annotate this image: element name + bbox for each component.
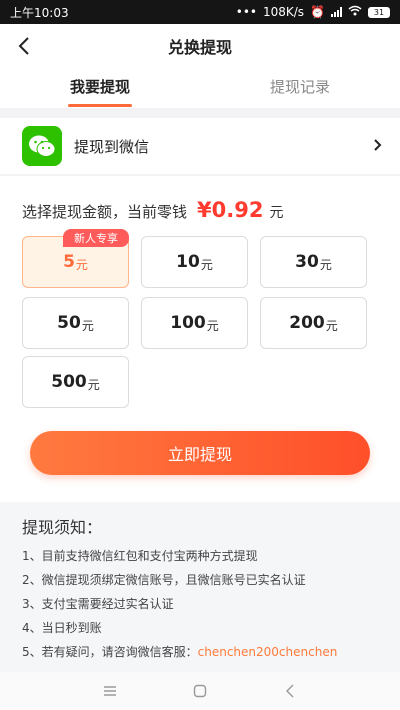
chevron-left-icon [18, 37, 29, 55]
balance-value: ¥0.92 [197, 198, 264, 222]
option-amount: 50 [57, 313, 81, 333]
option-unit: 元 [75, 257, 88, 272]
amount-option-100[interactable]: 100 元 [141, 297, 248, 349]
menu-button[interactable] [100, 681, 120, 701]
system-back-button[interactable] [280, 681, 300, 701]
home-button[interactable] [190, 681, 210, 701]
tab-bar: 我要提现 提现记录 [0, 68, 400, 108]
alarm-icon: ⏰ [310, 5, 325, 19]
status-indicators: ••• 108K/s ⏰ 31 [236, 5, 390, 19]
battery-icon: 31 [368, 6, 390, 18]
amount-option-30[interactable]: 30 元 [260, 236, 367, 288]
notice-item: 4、当日秒到账 [22, 621, 102, 635]
amount-option-200[interactable]: 200 元 [260, 297, 367, 349]
withdraw-method-label: 提现到微信 [74, 137, 150, 156]
tab-active-indicator [68, 104, 132, 107]
tab-withdraw[interactable]: 我要提现 [0, 68, 200, 108]
back-arrow-icon [286, 684, 294, 698]
tab-withdraw-label: 我要提现 [69, 78, 130, 96]
notice-item: 2、微信提现须绑定微信账号，且微信账号已实名认证 [22, 573, 306, 587]
notice-item: 3、支付宝需要经过实名认证 [22, 597, 174, 611]
balance-unit: 元 [269, 205, 284, 221]
option-amount: 500 [51, 372, 87, 392]
balance-line: 选择提现金额，当前零钱 ¥0.92 元 [22, 198, 283, 222]
option-unit: 元 [87, 377, 100, 392]
status-time: 上午10:03 [10, 5, 69, 20]
notice-item: 1、目前支持微信红包和支付宝两种方式提现 [22, 549, 258, 563]
option-unit: 元 [81, 318, 94, 333]
section-gap [0, 108, 400, 118]
system-nav-bar [0, 672, 400, 710]
amount-prompt: 选择提现金额，当前零钱 [22, 203, 188, 221]
amount-option-500[interactable]: 500 元 [22, 356, 129, 408]
home-icon [193, 684, 207, 698]
back-button[interactable] [8, 30, 40, 62]
tab-withdraw-records[interactable]: 提现记录 [200, 68, 400, 108]
option-unit: 元 [206, 318, 219, 333]
withdraw-method-row[interactable]: 提现到微信 [0, 118, 400, 174]
withdraw-now-button[interactable]: 立即提现 [30, 431, 370, 475]
amount-option-5[interactable]: 新人专享 5元 [22, 229, 129, 288]
option-amount: 5 [63, 252, 75, 272]
option-unit: 元 [325, 318, 338, 333]
menu-icon [104, 686, 116, 696]
network-speed: 108K/s [262, 5, 305, 19]
option-amount: 10 [176, 252, 200, 272]
notice-item-text: 5、若有疑问，请咨询微信客服： [22, 645, 198, 659]
option-unit: 元 [319, 257, 332, 272]
signal-icon [331, 7, 342, 17]
wechat-service-id: chenchen200chenchen [197, 645, 338, 659]
option-unit: 元 [200, 257, 213, 272]
withdraw-notice: 提现须知： 1、目前支持微信红包和支付宝两种方式提现 2、微信提现须绑定微信账号… [0, 502, 400, 672]
amount-option-50[interactable]: 50 元 [22, 297, 129, 349]
nav-bar: 兑换提现 [0, 24, 400, 68]
notice-item-contact: 5、若有疑问，请咨询微信客服：chenchen200chenchen [22, 640, 378, 664]
page-title: 兑换提现 [167, 38, 232, 57]
notice-title: 提现须知： [22, 518, 103, 537]
wifi-icon [348, 5, 362, 19]
chevron-right-icon [373, 137, 382, 156]
option-amount: 100 [170, 313, 206, 333]
divider [0, 174, 400, 176]
tab-records-label: 提现记录 [269, 78, 330, 96]
status-bar: 上午10:03 ••• 108K/s ⏰ 31 [0, 0, 400, 24]
option-amount: 200 [289, 313, 325, 333]
status-dots: ••• [235, 5, 257, 19]
amount-option-10[interactable]: 10 元 [141, 236, 248, 288]
wechat-icon [22, 126, 62, 166]
option-amount: 30 [295, 252, 319, 272]
new-user-badge: 新人专享 [63, 229, 129, 247]
